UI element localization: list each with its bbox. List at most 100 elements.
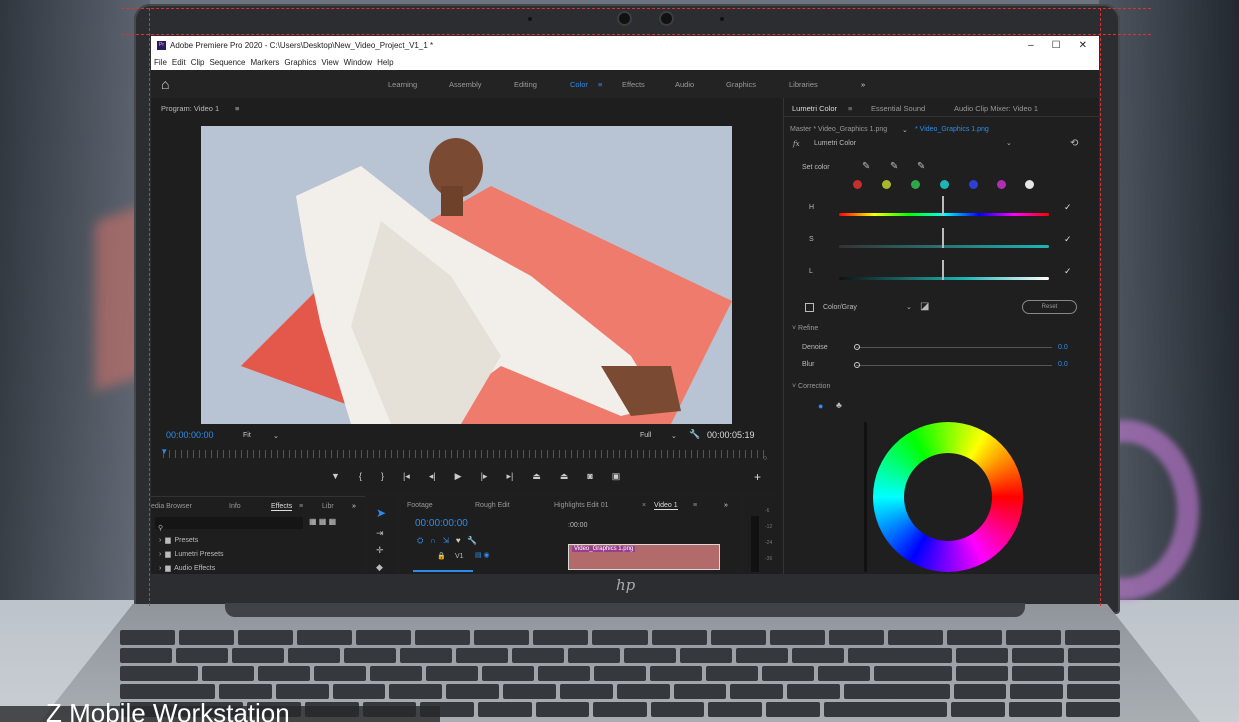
denoise-knob[interactable] — [854, 344, 860, 350]
swatch-red[interactable] — [853, 180, 862, 189]
chevron-down-icon[interactable]: ⌄ — [902, 126, 908, 134]
work-area-bar[interactable] — [413, 570, 473, 572]
tab-effects[interactable]: Effects — [271, 503, 293, 511]
workspace-effects[interactable]: Effects — [622, 80, 645, 89]
luma-range-slider[interactable] — [839, 277, 1049, 280]
master-clip-label[interactable]: Master * Video_Graphics 1.png — [790, 126, 887, 133]
playhead[interactable]: ▾ — [162, 446, 167, 457]
close-button[interactable]: ✕ — [1079, 40, 1087, 51]
play-icon[interactable]: ▶ — [455, 471, 462, 482]
saturation-check-icon[interactable]: ✓ — [1064, 234, 1072, 245]
workspace-libraries[interactable]: Libraries — [789, 80, 818, 89]
luma-handle[interactable] — [942, 260, 944, 280]
workspace-learning[interactable]: Learning — [388, 80, 417, 89]
step-forward-icon[interactable]: |▸ — [481, 471, 488, 482]
panel-menu-icon[interactable]: ≡ — [299, 503, 303, 510]
tab-footage[interactable]: Footage — [407, 502, 433, 509]
blur-value[interactable]: 0.0 — [1058, 361, 1068, 368]
denoise-slider[interactable] — [856, 347, 1052, 348]
swatch-yellow[interactable] — [882, 180, 891, 189]
add-button-icon[interactable]: + — [754, 470, 761, 484]
menu-window[interactable]: Window — [344, 58, 372, 67]
menu-graphics[interactable]: Graphics — [284, 58, 316, 67]
panel-menu-icon[interactable]: ≡ — [848, 104, 852, 113]
ripple-edit-tool-icon[interactable]: ✛ — [376, 545, 384, 556]
go-to-out-icon[interactable]: ▸| — [506, 471, 513, 482]
new-bin-icons[interactable]: ▦ ▦ ▦ — [309, 517, 336, 526]
step-back-icon[interactable]: ◂| — [429, 471, 436, 482]
blur-slider[interactable] — [856, 365, 1052, 366]
selection-tool-icon[interactable]: ➤ — [376, 506, 386, 520]
timeline-tool-icons[interactable]: ⛭ ∩ ⇲ ♥ 🔧 — [417, 536, 477, 546]
eyedropper-subtract-icon[interactable]: ✎ — [917, 161, 925, 172]
extract-icon[interactable]: ⏏ — [560, 471, 569, 482]
luma-check-icon[interactable]: ✓ — [1064, 266, 1072, 277]
workspace-editing[interactable]: Editing — [514, 80, 537, 89]
swatch-magenta[interactable] — [997, 180, 1006, 189]
panel-menu-icon[interactable]: ≡ — [235, 104, 239, 113]
color-gray-checkbox[interactable] — [805, 303, 814, 312]
tab-info[interactable]: Info — [229, 503, 241, 510]
hue-check-icon[interactable]: ✓ — [1064, 202, 1072, 213]
swatch-blue[interactable] — [969, 180, 978, 189]
mark-out-icon[interactable]: } — [381, 471, 384, 482]
menu-sequence[interactable]: Sequence — [209, 58, 245, 67]
tab-highlights-edit[interactable]: Highlights Edit 01 — [554, 502, 608, 509]
fx-icon[interactable]: fx — [793, 140, 800, 148]
more-panels-icon[interactable]: » — [352, 503, 356, 510]
denoise-value[interactable]: 0.0 — [1058, 344, 1068, 351]
saturation-handle[interactable] — [942, 228, 944, 248]
home-icon[interactable]: ⌂ — [161, 76, 169, 92]
workspace-audio[interactable]: Audio — [675, 80, 694, 89]
compare-view-icon[interactable]: ▣ — [612, 471, 621, 482]
razor-tool-icon[interactable]: ◆ — [376, 562, 383, 573]
fit-dropdown[interactable]: Fit — [243, 432, 251, 439]
menu-file[interactable]: File — [154, 58, 167, 67]
menu-edit[interactable]: Edit — [172, 58, 186, 67]
menu-clip[interactable]: Clip — [191, 58, 205, 67]
tab-libraries[interactable]: Libr — [322, 503, 334, 510]
tab-video-1[interactable]: Video 1 — [654, 502, 678, 510]
hue-range-slider[interactable] — [839, 213, 1049, 216]
workspace-color[interactable]: Color — [570, 80, 588, 89]
track-lock-icon[interactable]: 🔒 — [437, 552, 446, 560]
swatch-white[interactable] — [1025, 180, 1034, 189]
program-monitor-title[interactable]: Program: Video 1 — [161, 104, 219, 113]
quality-dropdown[interactable]: Full — [640, 432, 651, 439]
mark-in-icon[interactable]: { — [359, 471, 362, 482]
mask-icon[interactable]: ◪ — [920, 301, 929, 312]
clip-link[interactable]: * Video_Graphics 1.png — [915, 126, 989, 133]
tab-media-browser[interactable]: edia Browser — [151, 503, 192, 510]
tab-essential-sound[interactable]: Essential Sound — [871, 104, 925, 113]
refine-section[interactable]: ˅ Refine — [792, 325, 818, 332]
tree-item-presets[interactable]: › ▆ Presets — [159, 536, 198, 544]
wheel-mode-icon[interactable]: ● — [818, 401, 823, 411]
more-panels-icon[interactable]: » — [724, 502, 728, 509]
ruler-end-marker[interactable]: ○ — [763, 455, 767, 462]
workspace-assembly[interactable]: Assembly — [449, 80, 482, 89]
tree-item-audio-effects[interactable]: › ▆ Audio Effects — [159, 564, 215, 572]
blur-knob[interactable] — [854, 362, 860, 368]
tab-audio-clip-mixer[interactable]: Audio Clip Mixer: Video 1 — [954, 104, 1038, 113]
timeline-clip[interactable]: Video_Graphics 1.png — [568, 544, 720, 570]
close-tab-icon[interactable]: × — [642, 502, 646, 509]
tab-rough-edit[interactable]: Rough Edit — [475, 502, 510, 509]
menu-help[interactable]: Help — [377, 58, 393, 67]
program-current-timecode[interactable]: 00:00:00:00 — [166, 430, 214, 440]
workspace-more-icon[interactable]: » — [861, 80, 865, 89]
hue-handle[interactable] — [942, 196, 944, 216]
eyedropper-icon[interactable]: ✎ — [862, 161, 870, 172]
effects-search-input[interactable]: ⚲ — [155, 517, 303, 532]
color-wheel[interactable] — [873, 422, 1023, 572]
chevron-down-icon[interactable]: ⌄ — [906, 303, 912, 311]
chevron-down-icon[interactable]: ⌄ — [1006, 139, 1012, 147]
wrench-icon[interactable]: 🔧 — [689, 429, 700, 440]
track-select-tool-icon[interactable]: ⇥ — [376, 528, 384, 539]
swatch-green[interactable] — [911, 180, 920, 189]
maximize-button[interactable]: ☐ — [1052, 40, 1061, 51]
export-frame-icon[interactable]: ◙ — [587, 471, 592, 482]
tree-item-lumetri-presets[interactable]: › ▆ Lumetri Presets — [159, 550, 224, 558]
chevron-down-icon[interactable]: ⌄ — [671, 432, 677, 440]
workspace-graphics[interactable]: Graphics — [726, 80, 756, 89]
correction-section[interactable]: ˅ Correction — [792, 383, 830, 390]
